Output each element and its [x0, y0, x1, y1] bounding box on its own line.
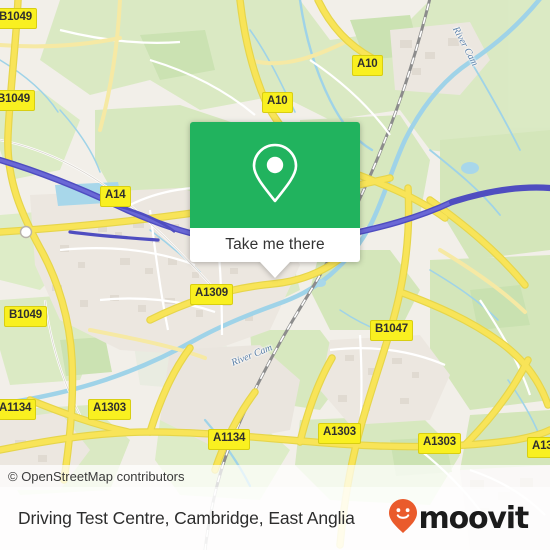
road-shield: A1134	[0, 399, 37, 420]
road-shield: A1303	[88, 399, 131, 420]
road-shield: A1309	[190, 284, 233, 305]
osm-attribution-text[interactable]: © OpenStreetMap contributors	[8, 469, 185, 484]
map-attribution-bar: © OpenStreetMap contributors	[0, 465, 550, 487]
footer-bar: Driving Test Centre, Cambridge, East Ang…	[0, 487, 550, 550]
moovit-brand[interactable]: moovit	[388, 498, 530, 539]
road-shield: B1049	[0, 90, 35, 111]
callout-icon-panel	[190, 122, 360, 228]
road-shield: B1047	[370, 320, 413, 341]
callout-pointer-tail	[260, 262, 290, 278]
road-shield: A1303	[527, 437, 550, 458]
moovit-pin-smiley-icon	[388, 498, 418, 539]
junction-marker	[19, 225, 33, 239]
road-shield: A1134	[208, 429, 251, 450]
road-shield: B1049	[0, 8, 37, 29]
road-shield: A10	[262, 92, 293, 113]
road-shield: B1049	[4, 306, 47, 327]
road-shield: A1303	[418, 433, 461, 454]
place-title: Driving Test Centre, Cambridge, East Ang…	[18, 508, 355, 528]
callout-action-panel[interactable]: Take me there	[190, 228, 360, 278]
moovit-wordmark: moovit	[418, 501, 530, 536]
road-shield: A14	[100, 186, 131, 207]
road-shield: A10	[352, 55, 383, 76]
take-me-there-label: Take me there	[225, 236, 325, 253]
location-callout-card[interactable]: Take me there	[190, 122, 360, 278]
map-screenshot: B1049 B1049 A14 B1049 A1134 A1303 A1134 A1309 A1…	[0, 0, 550, 550]
road-shield: A1303	[318, 423, 361, 444]
map-pin-icon	[250, 142, 300, 209]
